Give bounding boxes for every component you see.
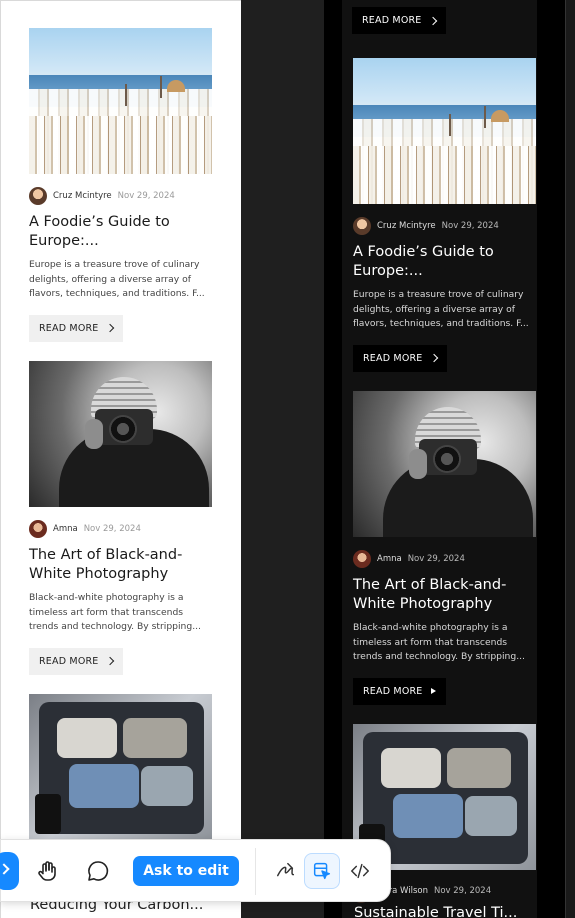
light-preview-column: Cruz Mcintyre Nov 29, 2024 A Foodie’s Gu… [0,0,241,918]
code-icon [351,863,369,879]
chevron-right-icon [429,353,438,363]
post-author: Cruz Mcintyre [53,191,112,201]
draw-icon [277,862,295,877]
post-excerpt: Europe is a treasure trove of culinary d… [29,259,205,299]
read-more-button[interactable]: READ MORE [353,344,447,372]
post-title[interactable]: A Foodie’s Guide to Europe:... [353,243,536,281]
canvas-gap [241,0,324,918]
play-triangle-icon [430,688,436,694]
read-more-button[interactable]: READ MORE [353,677,446,705]
avatar [29,520,47,538]
post-date: Nov 29, 2024 [441,221,499,231]
post-title[interactable]: The Art of Black-and-White Photography [29,546,212,584]
read-more-label: READ MORE [363,685,423,697]
comment-tool-button[interactable] [81,854,115,888]
post-meta: Amna Nov 29, 2024 [29,520,212,538]
select-icon [313,862,331,880]
chevron-right-icon [105,656,114,666]
hand-tool-button[interactable] [30,854,64,888]
post-meta: Cruz Mcintyre Nov 29, 2024 [353,217,536,235]
chevron-right-icon [105,323,114,333]
post-title[interactable]: A Foodie’s Guide to Europe:... [29,213,212,251]
post-date: Nov 29, 2024 [83,524,141,534]
post-image[interactable] [353,391,536,537]
post-card[interactable]: Amna Nov 29, 2024 The Art of Black-and-W… [29,361,212,675]
read-more-label: READ MORE [362,15,422,26]
read-more-label: READ MORE [39,322,99,334]
code-tool-button[interactable] [343,854,377,888]
post-meta-partial: Sara Wilson Nov 29, 2024 [378,886,491,896]
send-button[interactable] [0,852,19,890]
select-tool-icon-wrap[interactable] [305,854,339,888]
post-card[interactable] [29,694,212,840]
post-meta: Amna Nov 29, 2024 [353,550,536,568]
read-more-button[interactable]: READ MORE [29,314,123,342]
post-meta: Cruz Mcintyre Nov 29, 2024 [29,187,212,205]
post-excerpt: Black-and-white photography is a timeles… [29,592,201,632]
floating-toolbar: Ask to edit [0,839,391,902]
post-title-partial[interactable]: Sustainable Travel Ti... [354,905,517,918]
post-card[interactable]: Cruz Mcintyre Nov 29, 2024 A Foodie’s Gu… [353,58,536,372]
avatar [29,187,47,205]
post-author: Amna [377,554,402,564]
chevron-right-icon [428,16,437,25]
comment-icon [88,861,109,881]
post-card[interactable]: Amna Nov 29, 2024 The Art of Black-and-W… [353,391,536,705]
post-image[interactable] [29,361,212,507]
post-date: Nov 29, 2024 [117,191,175,201]
post-card[interactable]: Cruz Mcintyre Nov 29, 2024 A Foodie’s Gu… [29,28,212,342]
post-image[interactable] [29,694,212,840]
read-more-button[interactable]: READ MORE [352,7,446,34]
dark-preview-column: READ MORE Cruz Mcintyre Nov 29, 2024 A F… [324,0,565,918]
hand-icon [38,861,56,881]
toolbar-divider [255,848,256,895]
post-title[interactable]: The Art of Black-and-White Photography [353,576,536,614]
post-author: Cruz Mcintyre [377,221,436,231]
post-image[interactable] [353,58,536,204]
post-author: Amna [53,524,78,534]
post-excerpt: Europe is a treasure trove of culinary d… [353,289,529,329]
draw-tool-button[interactable] [269,854,303,888]
scrollbar-track[interactable] [565,0,575,918]
read-more-label: READ MORE [39,655,99,667]
post-date: Nov 29, 2024 [407,554,465,564]
post-card-partial[interactable]: READ MORE [352,0,535,34]
avatar [353,550,371,568]
post-date: Nov 29, 2024 [433,886,492,896]
read-more-button[interactable]: READ MORE [29,647,123,675]
post-excerpt: Black-and-white photography is a timeles… [353,622,525,662]
post-image[interactable] [29,28,212,174]
send-icon [0,863,10,875]
ask-to-edit-button[interactable]: Ask to edit [133,856,239,886]
avatar [353,217,371,235]
read-more-label: READ MORE [363,352,423,364]
